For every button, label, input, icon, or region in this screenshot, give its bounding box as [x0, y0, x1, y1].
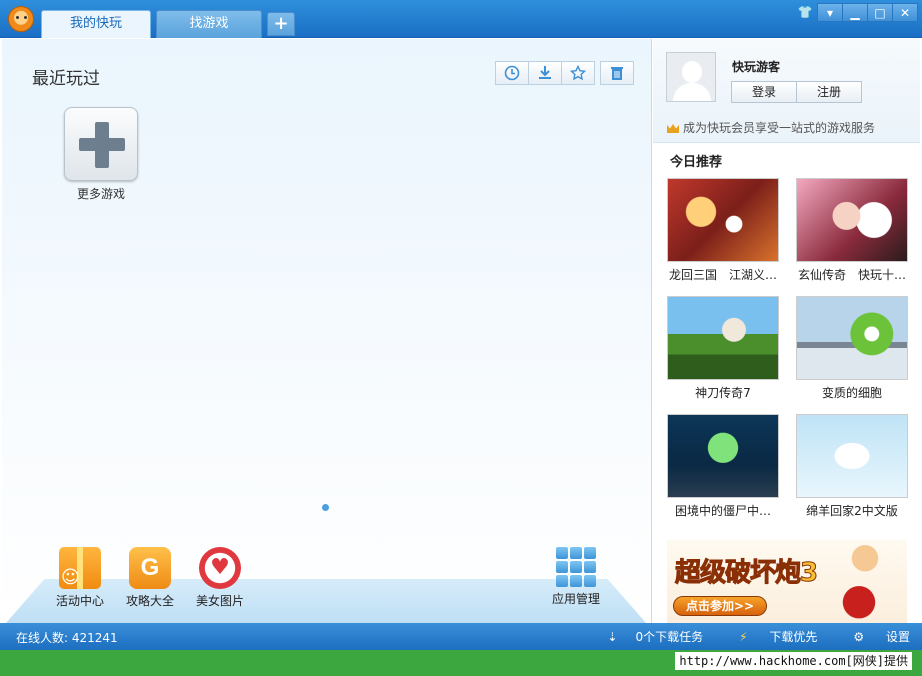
guide-icon: G [129, 547, 171, 589]
login-button[interactable]: 登录 [731, 81, 797, 103]
game-thumbnail[interactable] [667, 296, 779, 380]
close-button[interactable]: ✕ [892, 3, 918, 22]
minimize-button[interactable]: ▁ [842, 3, 868, 22]
game-card[interactable]: 绵羊回家2中文版 [796, 414, 908, 519]
tab-find-games[interactable]: 找游戏 [156, 10, 262, 38]
main-panel: 最近玩过 更多游戏 活动中心 G 攻略大全 ♥ 美女图片 [2, 39, 652, 623]
more-games-label: 更多游戏 [76, 187, 125, 201]
tab-my-games[interactable]: 我的快玩 [41, 10, 151, 38]
crown-icon [667, 124, 679, 133]
add-tab-button[interactable]: + [267, 12, 295, 36]
game-card[interactable]: 玄仙传奇 快玩十… [796, 178, 908, 283]
star-icon[interactable] [561, 61, 595, 85]
more-games-button[interactable] [64, 107, 138, 181]
dock-item-app-manager[interactable]: 应用管理 [546, 547, 606, 607]
app-logo-icon [8, 6, 34, 32]
sidebar: 快玩游客 登录 注册 成为快玩会员享受一站式的游戏服务 今日推荐 龙回三国 江湖… [653, 39, 920, 623]
watermark-bar: http://www.hackhome.com[网侠]提供 [0, 650, 922, 676]
trash-icon[interactable] [600, 61, 634, 85]
game-thumbnail[interactable] [667, 414, 779, 498]
dock-item-guides[interactable]: G 攻略大全 [120, 547, 180, 609]
promo-join-button[interactable]: 点击参加>> [673, 596, 767, 616]
settings-button[interactable]: ⚙ 设置 [835, 628, 910, 645]
user-panel: 快玩游客 登录 注册 成为快玩会员享受一站式的游戏服务 [653, 39, 920, 143]
register-button[interactable]: 注册 [796, 81, 862, 103]
avatar[interactable] [666, 52, 716, 102]
auth-buttons: 登录 注册 [731, 81, 862, 103]
download-icon[interactable] [528, 61, 562, 85]
game-thumbnail[interactable] [667, 178, 779, 262]
dock-item-activity[interactable]: 活动中心 [50, 547, 110, 609]
promo-banner[interactable]: 超级破坏炮3 点击参加>> [667, 540, 907, 623]
window-controls: 👕 ▾ ▁ □ ✕ [792, 3, 918, 23]
section-title: 最近玩过 [32, 69, 100, 89]
gear-icon: ⚙ [853, 630, 865, 644]
online-count: 在线人数: 421241 [16, 631, 118, 645]
skin-icon[interactable]: 👕 [792, 3, 818, 22]
username: 快玩游客 [732, 60, 781, 74]
promo-title: 超级破坏炮3 [674, 558, 818, 589]
heart-icon: ♥ [199, 547, 241, 589]
game-thumbnail[interactable] [796, 414, 908, 498]
clock-icon[interactable] [495, 61, 529, 85]
download-tasks[interactable]: ⇣ 0个下载任务 [589, 628, 703, 645]
game-card[interactable]: 神刀传奇7 [667, 296, 779, 401]
lightning-icon: ⚡ [739, 630, 748, 644]
page-indicator[interactable] [322, 504, 329, 511]
dock-item-photos[interactable]: ♥ 美女图片 [190, 547, 250, 609]
game-card[interactable]: 龙回三国 江湖义… [667, 178, 779, 283]
game-card[interactable]: 变质的细胞 [796, 296, 908, 401]
download-arrow-icon: ⇣ [607, 630, 618, 644]
recommend-title: 今日推荐 [670, 155, 723, 170]
vip-link[interactable]: 成为快玩会员享受一站式的游戏服务 [667, 119, 875, 136]
game-card[interactable]: 困境中的僵尸中… [667, 414, 779, 519]
game-thumbnail[interactable] [796, 296, 908, 380]
game-thumbnail[interactable] [796, 178, 908, 262]
promo-character [835, 540, 895, 623]
title-bar: 我的快玩 找游戏 + 👕 ▾ ▁ □ ✕ [0, 0, 922, 38]
status-bar: 在线人数: 421241 ⇣ 0个下载任务 ⚡ 下载优先 ⚙ 设置 [0, 623, 922, 650]
recent-toolbar [495, 61, 634, 85]
gift-icon [59, 547, 101, 589]
maximize-button[interactable]: □ [867, 3, 893, 22]
download-priority[interactable]: ⚡ 下载优先 [721, 628, 817, 645]
watermark-text: http://www.hackhome.com[网侠]提供 [675, 652, 912, 670]
apps-grid-icon [556, 547, 596, 587]
menu-button[interactable]: ▾ [817, 3, 843, 22]
